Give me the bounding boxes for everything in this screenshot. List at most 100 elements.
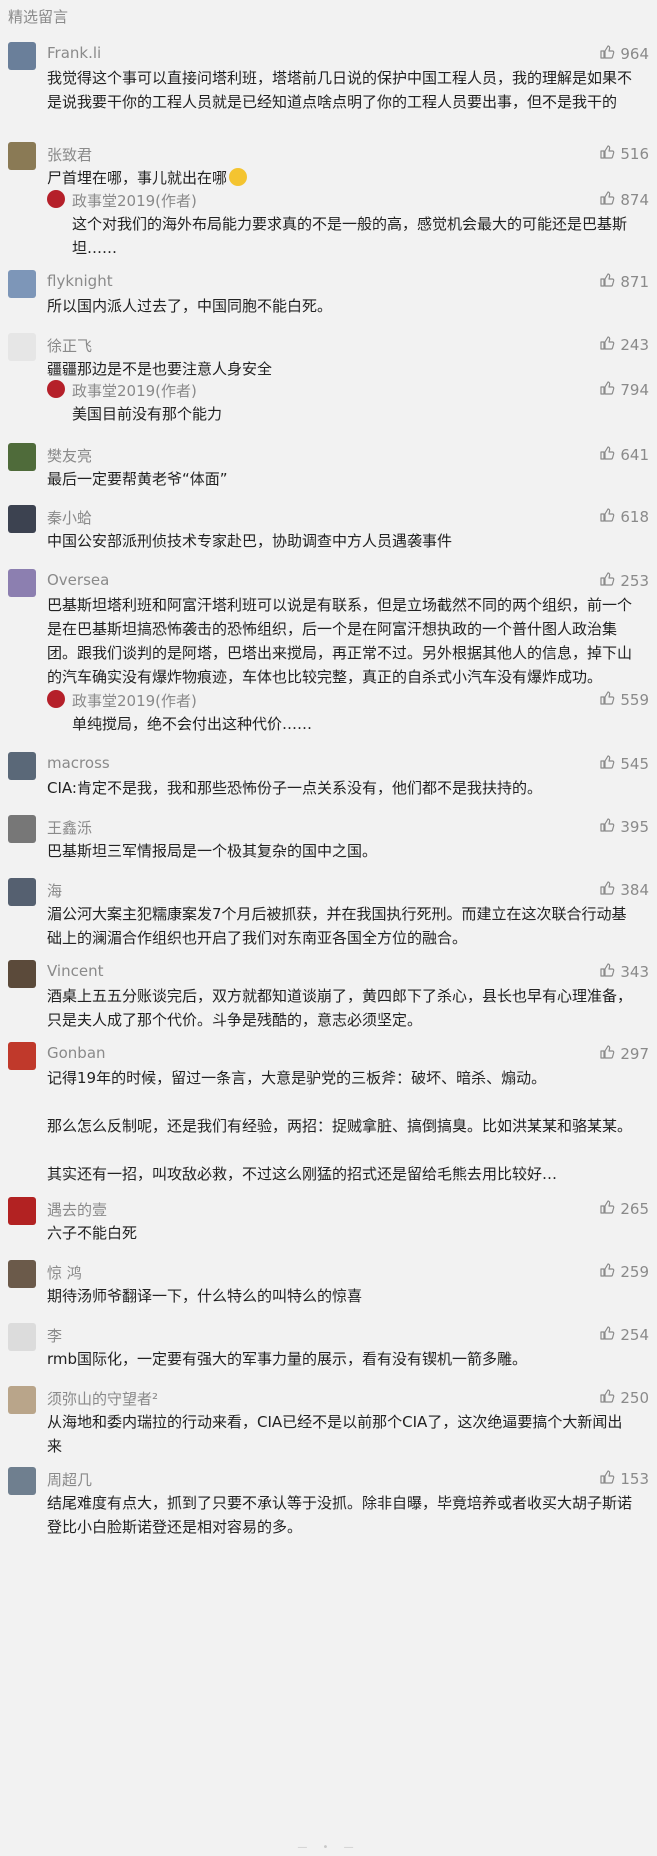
comment-nickname: 李	[47, 1327, 63, 1345]
thumb-up-icon	[599, 335, 615, 355]
comment-text: 最后一定要帮黄老爷“体面”	[47, 470, 228, 488]
author-avatar[interactable]	[47, 690, 65, 708]
comment-text: 中国公安部派刑侦技术专家赴巴，协助调查中方人员遇袭事件	[47, 532, 453, 550]
avatar[interactable]	[8, 1467, 36, 1495]
like-button[interactable]: 964	[599, 44, 649, 64]
thumb-up-icon	[599, 817, 615, 837]
avatar[interactable]	[8, 752, 36, 780]
comment-nickname: Vincent	[47, 962, 104, 980]
avatar[interactable]	[8, 270, 36, 298]
like-count: 874	[620, 191, 649, 209]
like-button[interactable]: 153	[599, 1469, 649, 1489]
author-avatar[interactable]	[47, 380, 65, 398]
like-button[interactable]: 516	[599, 144, 649, 164]
avatar[interactable]	[8, 42, 36, 70]
comment-text: 记得19年的时候，留过一条言，大意是驴党的三板斧：破坏、暗杀、煽动。 那么怎么反…	[47, 1069, 633, 1183]
avatar[interactable]	[8, 1386, 36, 1414]
like-button[interactable]: 243	[599, 335, 649, 355]
avatar[interactable]	[8, 1323, 36, 1351]
like-count: 265	[620, 1200, 649, 1218]
author-avatar[interactable]	[47, 190, 65, 208]
reply-like-button[interactable]: 874	[599, 190, 649, 210]
author-nickname: 政事堂2019(作者)	[72, 192, 197, 210]
like-button[interactable]: 250	[599, 1388, 649, 1408]
comment-text: 尸首埋在哪，事儿就出在哪	[47, 166, 633, 190]
comment-nickname: Frank.li	[47, 44, 102, 62]
thumb-up-icon	[599, 1388, 615, 1408]
like-button[interactable]: 384	[599, 880, 649, 900]
comment-nickname: 惊 鸿	[47, 1264, 82, 1282]
like-count: 253	[620, 572, 649, 590]
comment-text: 湄公河大案主犯糯康案发7个月后被抓获，并在我国执行死刑。而建立在这次联合行动基础…	[47, 905, 627, 947]
avatar[interactable]	[8, 333, 36, 361]
author-nickname: 政事堂2019(作者)	[72, 382, 197, 400]
thumb-up-icon	[599, 880, 615, 900]
thumb-up-icon	[599, 1199, 615, 1219]
like-button[interactable]: 253	[599, 571, 649, 591]
like-count: 243	[620, 336, 649, 354]
avatar[interactable]	[8, 1197, 36, 1225]
comment-text: 我觉得这个事可以直接问塔利班，塔塔前几日说的保护中国工程人员，我的理解是如果不是…	[47, 69, 633, 111]
like-count: 618	[620, 508, 649, 526]
like-count: 254	[620, 1326, 649, 1344]
comment-nickname: 秦小蛤	[47, 509, 93, 527]
reply-text: 单纯搅局，绝不会付出这种代价……	[72, 715, 313, 733]
comment-nickname: Gonban	[47, 1044, 106, 1062]
avatar[interactable]	[8, 505, 36, 533]
like-count: 153	[620, 1470, 649, 1488]
like-count: 395	[620, 818, 649, 836]
thumb-up-icon	[599, 445, 615, 465]
like-button[interactable]: 297	[599, 1044, 649, 1064]
like-count: 384	[620, 881, 649, 899]
thumb-up-icon	[599, 754, 615, 774]
comment-nickname: 遇去的壹	[47, 1201, 108, 1219]
author-nickname: 政事堂2019(作者)	[72, 692, 197, 710]
like-count: 259	[620, 1263, 649, 1281]
like-button[interactable]: 254	[599, 1325, 649, 1345]
comment-text: 期待汤师爷翻译一下，什么特么的叫特么的惊喜	[47, 1287, 363, 1305]
comment-text: 所以国内派人过去了，中国同胞不能白死。	[47, 297, 333, 315]
like-count: 559	[620, 691, 649, 709]
avatar[interactable]	[8, 142, 36, 170]
comment-text: 巴基斯坦三军情报局是一个极其复杂的国中之国。	[47, 842, 378, 860]
like-count: 343	[620, 963, 649, 981]
like-count: 516	[620, 145, 649, 163]
like-count: 964	[620, 45, 649, 63]
reply-text: 这个对我们的海外布局能力要求真的不是一般的高，感觉机会最大的可能还是巴基斯坦……	[72, 215, 628, 257]
like-button[interactable]: 871	[599, 272, 649, 292]
like-count: 545	[620, 755, 649, 773]
comment-nickname: 周超几	[47, 1471, 93, 1489]
reply-like-button[interactable]: 794	[599, 380, 649, 400]
embarrassed-emoji-icon	[229, 168, 248, 186]
avatar[interactable]	[8, 1260, 36, 1288]
reply-like-button[interactable]: 559	[599, 690, 649, 710]
reply-text: 美国目前没有那个能力	[72, 405, 223, 423]
like-button[interactable]: 343	[599, 962, 649, 982]
like-button[interactable]: 618	[599, 507, 649, 527]
like-button[interactable]: 545	[599, 754, 649, 774]
comment-nickname: flyknight	[47, 272, 113, 290]
avatar[interactable]	[8, 569, 36, 597]
comment-nickname: 樊友亮	[47, 447, 93, 465]
thumb-up-icon	[599, 272, 615, 292]
avatar[interactable]	[8, 443, 36, 471]
thumb-up-icon	[599, 1262, 615, 1282]
like-button[interactable]: 395	[599, 817, 649, 837]
thumb-up-icon	[599, 1325, 615, 1345]
avatar[interactable]	[8, 960, 36, 988]
like-count: 250	[620, 1389, 649, 1407]
thumb-up-icon	[599, 44, 615, 64]
avatar[interactable]	[8, 815, 36, 843]
like-count: 297	[620, 1045, 649, 1063]
like-button[interactable]: 265	[599, 1199, 649, 1219]
thumb-up-icon	[599, 962, 615, 982]
like-count: 871	[620, 273, 649, 291]
like-button[interactable]: 641	[599, 445, 649, 465]
like-button[interactable]: 259	[599, 1262, 649, 1282]
thumb-up-icon	[599, 507, 615, 527]
avatar[interactable]	[8, 1042, 36, 1070]
avatar[interactable]	[8, 878, 36, 906]
comment-nickname: 须弥山的守望者²	[47, 1390, 159, 1408]
like-count: 794	[620, 381, 649, 399]
comment-text: rmb国际化，一定要有强大的军事力量的展示，看有没有锲机一箭多雕。	[47, 1350, 528, 1368]
